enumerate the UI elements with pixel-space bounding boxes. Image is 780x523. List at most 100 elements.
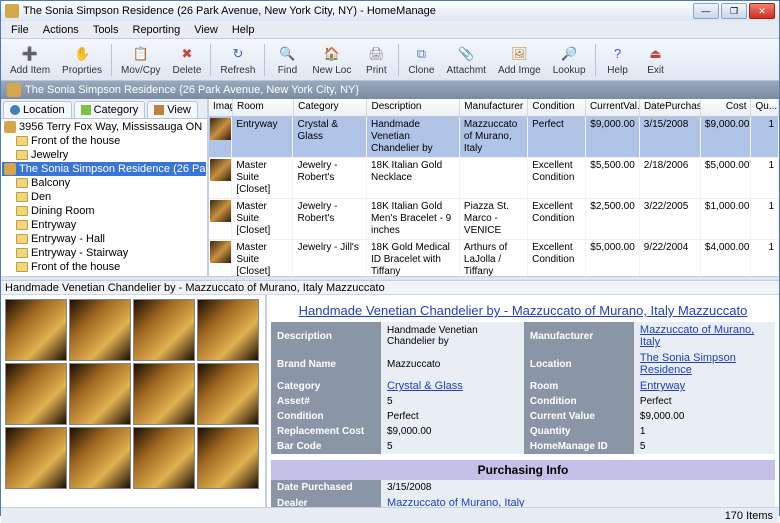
menu-help[interactable]: Help: [226, 23, 261, 37]
val-asset: 5: [381, 394, 524, 409]
tool-find[interactable]: 🔍Find: [269, 41, 305, 79]
val-category: Crystal & Glass: [381, 378, 524, 394]
menu-view[interactable]: View: [188, 23, 224, 37]
col-room[interactable]: Room: [233, 99, 294, 116]
link-manufacturer[interactable]: Mazzuccato of Murano, Italy: [640, 324, 754, 348]
clone-icon: ⧉: [411, 44, 431, 64]
tree-node[interactable]: Front of the house: [2, 134, 206, 148]
home-icon: [4, 163, 16, 175]
tool-attachmt[interactable]: 📎Attachmt: [441, 41, 490, 79]
tree-node[interactable]: The Sonia Simpson Residence (26 Park Ave…: [2, 162, 206, 176]
link-room[interactable]: Entryway: [640, 380, 685, 392]
table-row[interactable]: EntrywayCrystal & GlassHandmade Venetian…: [209, 117, 779, 158]
val-brand: Mazzuccato: [381, 350, 524, 378]
purchasing-header: Purchasing Info: [271, 460, 775, 480]
grid-body[interactable]: EntrywayCrystal & GlassHandmade Venetian…: [209, 117, 779, 276]
table-row[interactable]: Master Suite [Closet]Jewelry - Jill's18K…: [209, 240, 779, 276]
col-cost[interactable]: Cost: [701, 99, 751, 116]
tool-movcpy[interactable]: 📋Mov/Cpy: [116, 41, 165, 79]
tree-node[interactable]: Entryway - Hall: [2, 232, 206, 246]
col-date[interactable]: DatePurchase: [640, 99, 701, 116]
col-qty[interactable]: Qu...: [751, 99, 779, 116]
gallery-image[interactable]: [69, 299, 131, 361]
proprties-icon: ✋: [72, 44, 92, 64]
val-barcode: 5: [381, 439, 524, 454]
link-location[interactable]: The Sonia Simpson Residence: [640, 352, 736, 376]
col-image[interactable]: Image: [209, 99, 233, 116]
gallery-image[interactable]: [69, 427, 131, 489]
maximize-button[interactable]: ❐: [721, 3, 747, 19]
tool-newloc[interactable]: 🏠New Loc: [307, 41, 356, 79]
table-row[interactable]: Master Suite [Closet]Jewelry - Robert's1…: [209, 158, 779, 199]
tool-lookup[interactable]: 🔎Lookup: [548, 41, 591, 79]
tab-location[interactable]: Location: [3, 101, 72, 118]
detail-title[interactable]: Handmade Venetian Chandelier by - Mazzuc…: [271, 299, 775, 322]
tool-exit[interactable]: ⏏Exit: [638, 41, 674, 79]
tool-delete[interactable]: ✖Delete: [168, 41, 207, 79]
menu-tools[interactable]: Tools: [87, 23, 125, 37]
close-button[interactable]: ✕: [749, 3, 775, 19]
location-bar: The Sonia Simpson Residence {26 Park Ave…: [1, 81, 779, 99]
minimize-button[interactable]: —: [693, 3, 719, 19]
tool-help[interactable]: ?Help: [600, 41, 636, 79]
status-bar: 170 Items: [1, 507, 779, 523]
tree-node[interactable]: Dining Room: [2, 204, 206, 218]
link-dealer[interactable]: Mazzuccato of Murano, Italy: [387, 497, 525, 507]
gallery-image[interactable]: [133, 299, 195, 361]
lbl-condition: Condition: [524, 394, 634, 409]
tab-view[interactable]: View: [147, 101, 198, 118]
newloc-icon: 🏠: [322, 44, 342, 64]
col-manufacturer[interactable]: Manufacturer: [460, 99, 528, 116]
col-category[interactable]: Category: [294, 99, 367, 116]
gallery-image[interactable]: [197, 427, 259, 489]
lbl-quantity: Quantity: [524, 424, 634, 439]
app-icon: [5, 4, 19, 18]
lbl-dealer: Dealer: [271, 495, 381, 507]
lbl-room: Room: [524, 378, 634, 394]
tool-clone[interactable]: ⧉Clone: [403, 41, 439, 79]
lbl-homemanageid: HomeManage ID: [524, 439, 634, 454]
gallery-image[interactable]: [197, 363, 259, 425]
tree-node[interactable]: Jewelry: [2, 148, 206, 162]
gallery-image[interactable]: [197, 299, 259, 361]
gallery-image[interactable]: [133, 427, 195, 489]
menu-actions[interactable]: Actions: [37, 23, 85, 37]
window-title: The Sonia Simpson Residence (26 Park Ave…: [23, 5, 693, 17]
folder-icon: [16, 192, 28, 202]
val-cond2: Perfect: [381, 409, 524, 424]
folder-icon: [16, 206, 28, 216]
link-category[interactable]: Crystal & Glass: [387, 380, 463, 392]
table-row[interactable]: Master Suite [Closet]Jewelry - Robert's1…: [209, 199, 779, 240]
tree-node[interactable]: Garage - Jill's (Left of the front door): [2, 274, 206, 276]
location-tree[interactable]: 3956 Terry Fox Way, Mississauga ONFront …: [1, 119, 207, 276]
tab-category[interactable]: Category: [74, 101, 146, 118]
tree-node[interactable]: Entryway - Stairway: [2, 246, 206, 260]
col-value[interactable]: CurrentVal...: [586, 99, 640, 116]
col-condition[interactable]: Condition: [528, 99, 586, 116]
lbl-replacement: Replacement Cost: [271, 424, 381, 439]
menu-file[interactable]: File: [5, 23, 35, 37]
tree-node[interactable]: 3956 Terry Fox Way, Mississauga ON: [2, 120, 206, 134]
grid-icon: [154, 105, 164, 115]
toolbar: ➕Add Item✋Proprties📋Mov/Cpy✖Delete↻Refre…: [1, 39, 779, 81]
tree-node[interactable]: Den: [2, 190, 206, 204]
tree-node[interactable]: Balcony: [2, 176, 206, 190]
gallery-image[interactable]: [5, 363, 67, 425]
tool-refresh[interactable]: ↻Refresh: [215, 41, 260, 79]
item-grid: Image Room Category Description Manufact…: [209, 99, 779, 276]
tool-addimge[interactable]: 🖼Add Imge: [493, 41, 546, 79]
gallery-image[interactable]: [69, 363, 131, 425]
menu-reporting[interactable]: Reporting: [127, 23, 187, 37]
tool-additem[interactable]: ➕Add Item: [5, 41, 55, 79]
val-quantity: 1: [634, 424, 775, 439]
tree-node[interactable]: Front of the house: [2, 260, 206, 274]
tool-proprties[interactable]: ✋Proprties: [57, 41, 107, 79]
gallery-image[interactable]: [5, 299, 67, 361]
folder-icon: [16, 136, 28, 146]
tool-print[interactable]: 🖨Print: [358, 41, 394, 79]
image-gallery: [1, 295, 267, 507]
tree-node[interactable]: Entryway: [2, 218, 206, 232]
gallery-image[interactable]: [133, 363, 195, 425]
gallery-image[interactable]: [5, 427, 67, 489]
col-description[interactable]: Description: [367, 99, 460, 116]
